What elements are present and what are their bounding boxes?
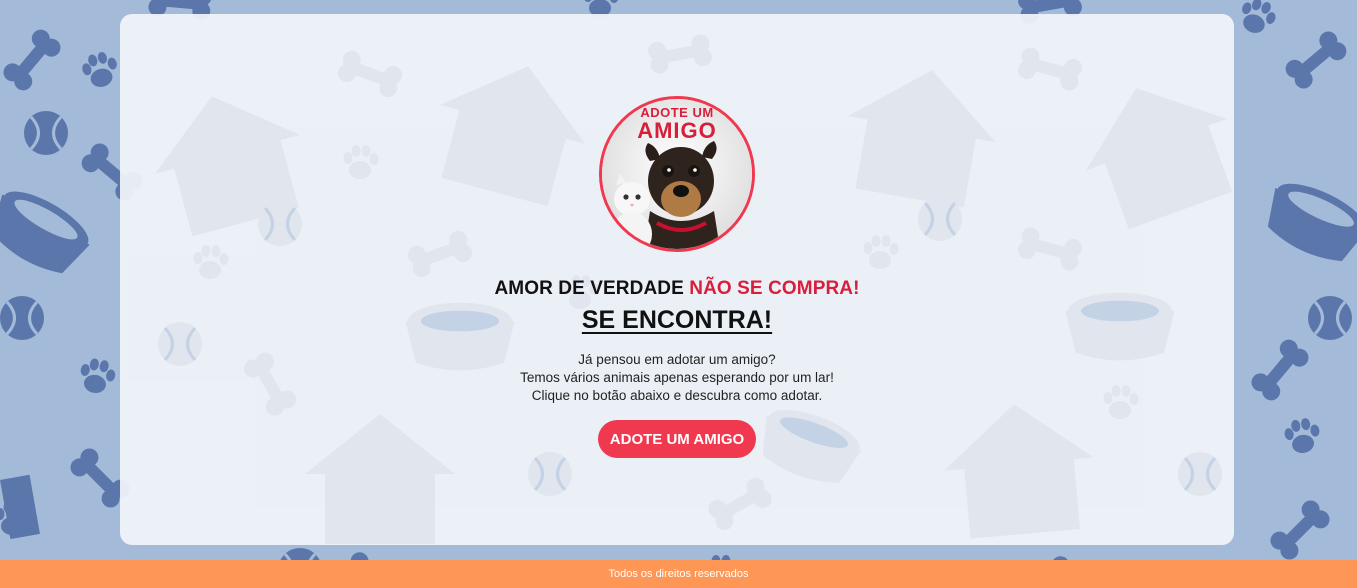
hero-card: ADOTE UM AMIGO AMOR DE VERDADE NÃO SE CO… bbox=[120, 14, 1234, 545]
paragraph-line: Clique no botão abaixo e descubra como a… bbox=[531, 388, 823, 403]
headline-part2: NÃO SE COMPRA! bbox=[689, 278, 860, 299]
logo-text: ADOTE UM AMIGO bbox=[637, 105, 717, 143]
headline: AMOR DE VERDADE NÃO SE COMPRA! bbox=[494, 278, 859, 300]
headline-part1: AMOR DE VERDADE bbox=[494, 278, 684, 299]
paragraph-line: Já pensou em adotar um amigo? bbox=[578, 352, 776, 367]
footer: Todos os direitos reservados bbox=[0, 560, 1357, 588]
footer-text: Todos os direitos reservados bbox=[608, 568, 749, 580]
intro-paragraph: Já pensou em adotar um amigo? Temos vári… bbox=[520, 351, 834, 405]
paragraph-line: Temos vários animais apenas esperando po… bbox=[520, 370, 834, 385]
adopt-button[interactable]: ADOTE UM AMIGO bbox=[597, 420, 757, 458]
subheadline: SE ENCONTRA! bbox=[581, 306, 773, 334]
adopt-logo: ADOTE UM AMIGO bbox=[599, 96, 755, 252]
